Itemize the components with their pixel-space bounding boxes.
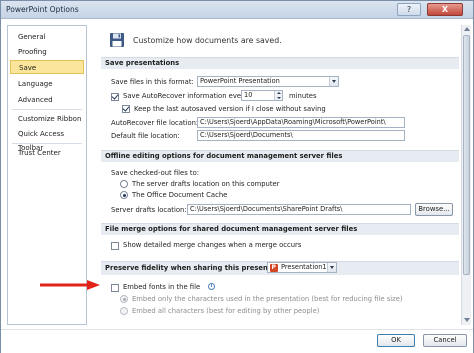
autorecover-location-input[interactable]: C:\Users\Sjoerd\AppData\Roaming\Microsof… (197, 117, 405, 128)
nav-item-trust-center[interactable]: Trust Center (10, 146, 84, 160)
nav-item-advanced[interactable]: Advanced (10, 93, 84, 107)
info-icon[interactable]: i (208, 283, 215, 290)
section-file-merge: File merge options for shared document m… (101, 223, 459, 235)
presentation-dropdown[interactable]: Presentation1 (267, 262, 337, 273)
preserve-fidelity-heading: Preserve fidelity when sharing this pres… (105, 264, 294, 272)
autorecover-minutes-value: 10 (244, 91, 253, 99)
office-document-cache-radio[interactable] (120, 191, 128, 199)
format-value: PowerPoint Presentation (200, 77, 280, 85)
scroll-down-icon[interactable] (464, 318, 470, 322)
office-document-cache-option-label: The Office Document Cache (132, 191, 228, 199)
help-button[interactable]: ? (397, 3, 421, 16)
chevron-down-icon (329, 77, 338, 86)
autorecover-checkbox[interactable] (111, 93, 119, 101)
minutes-label: minutes (289, 92, 317, 100)
ok-button[interactable]: OK (377, 334, 415, 347)
nav-item-language[interactable]: Language (10, 77, 84, 91)
presentation-value: Presentation1 (281, 263, 327, 271)
embed-only-used-label: Embed only the characters used in the pr… (132, 295, 403, 303)
nav-item-proofing[interactable]: Proofing (10, 45, 84, 59)
nav-divider (12, 109, 82, 110)
section-save-presentations: Save presentations (101, 57, 459, 69)
autorecover-minutes-stepper[interactable]: 10 (241, 90, 283, 101)
embed-all-characters-label: Embed all characters (best for editing b… (132, 307, 320, 315)
show-merge-changes-label: Show detailed merge changes when a merge… (123, 241, 302, 249)
nav-divider (12, 143, 82, 144)
close-button[interactable]: X (427, 3, 463, 16)
nav-item-quick-access-toolbar[interactable]: Quick Access Toolbar (10, 127, 84, 152)
autorecover-location-label: AutoRecover file location: (111, 119, 199, 127)
scroll-up-icon[interactable] (464, 27, 470, 31)
chevron-down-icon (327, 263, 336, 272)
cancel-button[interactable]: Cancel (423, 334, 467, 347)
section-offline-editing: Offline editing options for document man… (101, 150, 459, 162)
browse-button[interactable]: Browse... (415, 203, 453, 216)
floppy-disk-icon (110, 33, 124, 47)
server-drafts-option-label: The server drafts location on this compu… (132, 180, 280, 188)
red-arrow-annotation (40, 280, 100, 290)
embed-fonts-label: Embed fonts in the file (123, 283, 201, 291)
default-location-label: Default file location: (111, 132, 180, 140)
spinner-arrows-icon[interactable] (274, 91, 282, 100)
scrollbar-thumb[interactable] (463, 35, 470, 275)
save-checked-out-label: Save checked-out files to: (111, 169, 200, 177)
default-location-input[interactable]: C:\Users\Sjoerd\Documents\ (197, 130, 405, 141)
autorecover-label: Save AutoRecover information every (123, 92, 248, 100)
nav-item-general[interactable]: General (10, 30, 84, 44)
window-title: PowerPoint Options (6, 5, 79, 14)
save-settings-panel: Customize how documents are saved. Save … (95, 23, 469, 321)
nav-item-save[interactable]: Save (10, 60, 84, 74)
format-label: Save files in this format: (111, 78, 194, 86)
embed-fonts-checkbox[interactable] (111, 284, 119, 292)
nav-item-customize-ribbon[interactable]: Customize Ribbon (10, 112, 84, 126)
dialog-footer: OK Cancel (1, 329, 473, 353)
options-dialog: PowerPoint Options ? X General Proofing … (0, 0, 474, 353)
embed-only-used-radio[interactable] (120, 295, 128, 303)
server-drafts-location-input[interactable]: C:\Users\Sjoerd\Documents\SharePoint Dra… (187, 204, 411, 215)
keep-last-autosaved-checkbox[interactable] (122, 105, 130, 113)
page-header: Customize how documents are saved. (133, 36, 282, 45)
server-drafts-radio[interactable] (120, 180, 128, 188)
keep-last-autosaved-label: Keep the last autosaved version if I clo… (134, 105, 326, 113)
format-dropdown[interactable]: PowerPoint Presentation (197, 76, 339, 87)
scrollbar[interactable] (461, 25, 471, 325)
title-bar: PowerPoint Options ? X (1, 1, 473, 19)
server-drafts-location-label: Server drafts location: (111, 206, 187, 214)
show-merge-changes-checkbox[interactable] (111, 242, 119, 250)
embed-all-characters-radio[interactable] (120, 307, 128, 315)
powerpoint-file-icon (270, 263, 278, 272)
